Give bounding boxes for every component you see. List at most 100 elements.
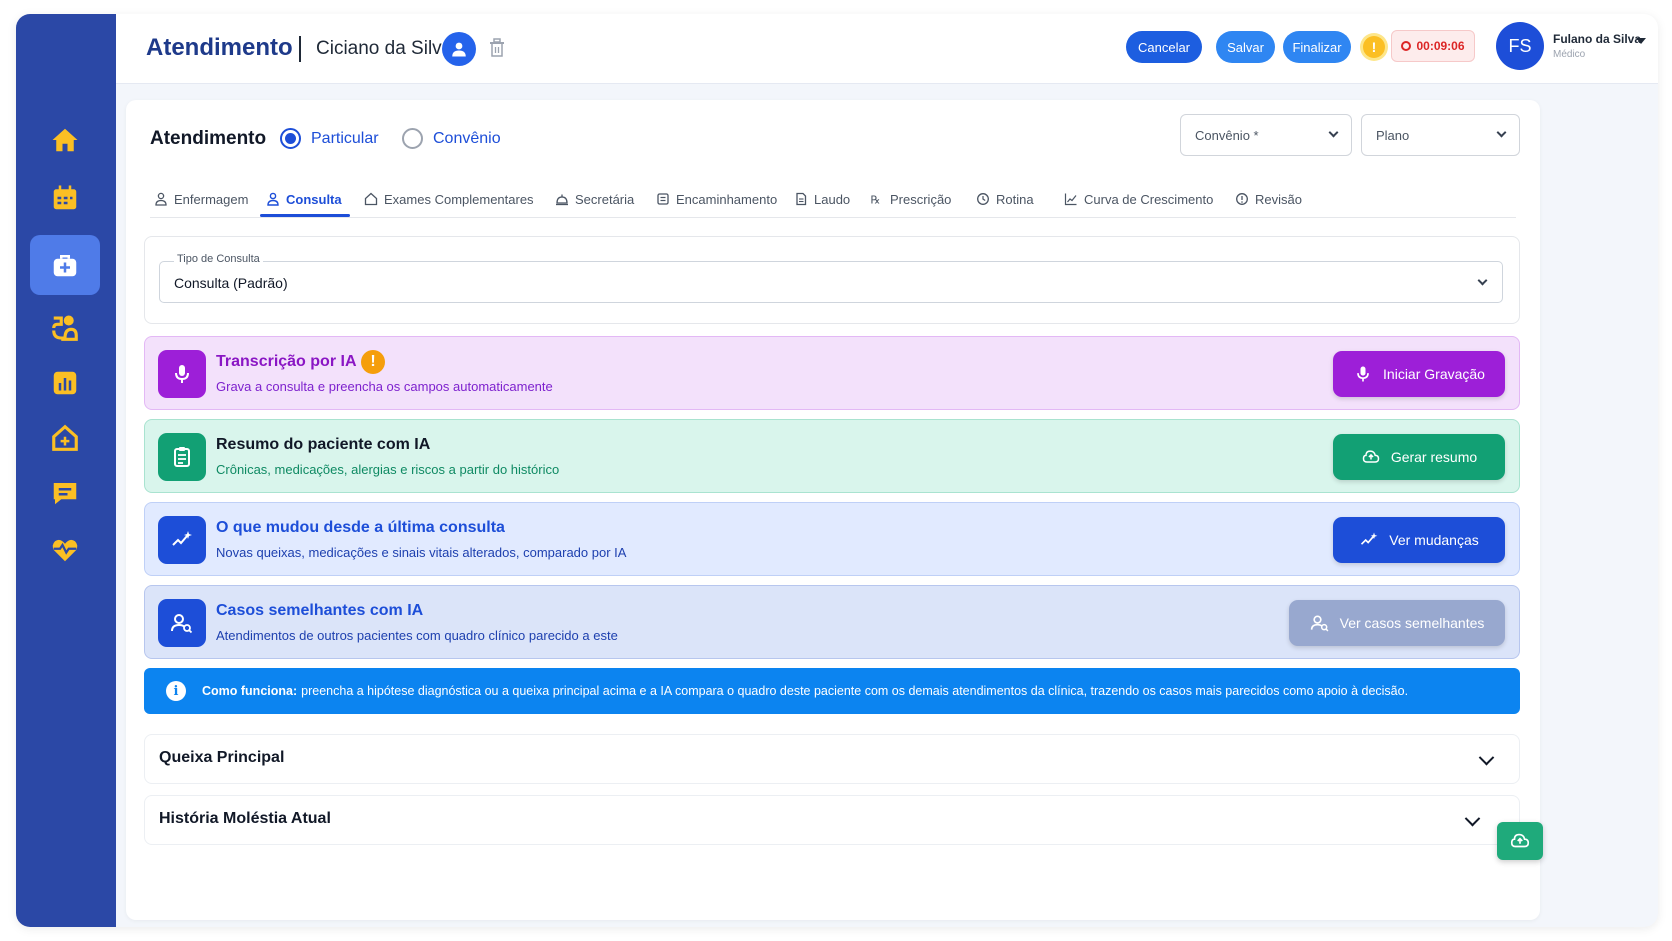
save-button[interactable]: Salvar: [1216, 31, 1275, 63]
radio-circle[interactable]: [402, 128, 423, 149]
users-search-icon: [158, 599, 206, 647]
ai-summary-card: Resumo do paciente com IA Crônicas, medi…: [144, 419, 1520, 493]
rx-icon: ℞: [871, 195, 881, 207]
chevron-down-icon: [1477, 275, 1488, 286]
tab-label: Prescrição: [890, 191, 952, 207]
user-avatar[interactable]: FS: [1496, 22, 1544, 70]
sidebar: [16, 14, 116, 927]
tab-rotina[interactable]: Rotina: [976, 182, 1034, 216]
app-title: Atendimento: [146, 34, 293, 61]
chevron-down-icon: [1328, 127, 1339, 138]
radio-circle[interactable]: [280, 128, 301, 149]
medical-kit-icon: [53, 255, 77, 277]
plano-select[interactable]: Plano: [1361, 114, 1520, 156]
info-text: preencha a hipótese diagnóstica ou a que…: [301, 684, 1409, 698]
how-it-works-banner: i Como funciona: preencha a hipótese dia…: [144, 668, 1520, 714]
accordion-queixa-principal[interactable]: Queixa Principal: [144, 734, 1520, 784]
document-icon: [796, 192, 807, 206]
tab-label: Revisão: [1255, 191, 1302, 207]
radio-particular[interactable]: Particular: [280, 128, 379, 149]
info-icon: i: [166, 681, 186, 701]
tab-secretaria[interactable]: Secretária: [555, 182, 634, 216]
trash-icon[interactable]: [488, 38, 506, 58]
routine-icon: [977, 193, 989, 205]
button-label: Gerar resumo: [1390, 449, 1478, 465]
message-icon: [53, 483, 77, 505]
top-bar: Atendimento Ciciano da Silva Cancelar Sa…: [116, 14, 1658, 84]
chevron-down-icon[interactable]: [1457, 806, 1487, 836]
ai-changes-card: O que mudou desde a última consulta Nova…: [144, 502, 1520, 576]
sidebar-item-health[interactable]: [30, 520, 100, 580]
user-name[interactable]: Fulano da Silva: [1553, 32, 1641, 46]
ai-card-subtitle: Atendimentos de outros pacientes com qua…: [216, 628, 618, 643]
home-outline-icon: [364, 192, 378, 206]
attendance-panel: Atendimento Particular Convênio Convênio…: [126, 100, 1540, 920]
clipboard-icon: [158, 433, 206, 481]
tab-label: Secretária: [575, 191, 635, 207]
patient-name: Ciciano da Silva: [316, 38, 453, 59]
caret-down-icon[interactable]: [1636, 38, 1646, 44]
button-label: Ver casos semelhantes: [1339, 615, 1485, 631]
tab-exames-complementares[interactable]: Exames Complementares: [364, 182, 534, 216]
sidebar-item-messages[interactable]: [30, 463, 100, 523]
timer-value: 00:09:06: [1416, 39, 1465, 53]
sidebar-item-clinic[interactable]: [30, 408, 100, 468]
convenio-select[interactable]: Convênio *: [1180, 114, 1352, 156]
consult-type-label: Tipo de Consulta: [174, 253, 263, 265]
tab-encaminhamento[interactable]: Encaminhamento: [656, 182, 777, 216]
sidebar-item-reception[interactable]: [30, 298, 100, 358]
sidebar-item-reports[interactable]: [30, 353, 100, 413]
button-label: Iniciar Gravação: [1383, 366, 1485, 382]
heart-pulse-icon: [52, 539, 78, 562]
sidebar-item-home[interactable]: [30, 110, 100, 170]
info-circle-icon: [1236, 193, 1248, 205]
start-recording-button[interactable]: Iniciar Gravação: [1333, 351, 1505, 397]
ai-card-subtitle: Crônicas, medicações, alergias e riscos …: [216, 462, 560, 477]
accordion-historia-molestia-atual[interactable]: História Moléstia Atual: [144, 795, 1520, 845]
tab-enfermagem[interactable]: Enfermagem: [154, 182, 248, 216]
sidebar-item-attendance[interactable]: [30, 235, 100, 295]
bar-chart-icon: [53, 371, 77, 395]
cancel-button[interactable]: Cancelar: [1126, 31, 1202, 63]
convenio-select-value: Convênio *: [1195, 127, 1259, 143]
person-icon: [155, 192, 167, 206]
consult-type-select[interactable]: Tipo de Consulta Consulta (Padrão): [159, 253, 1503, 303]
ai-transcription-card: Transcrição por IA ! Grava a consulta e …: [144, 336, 1520, 410]
tab-consulta[interactable]: Consulta: [260, 182, 350, 217]
info-label: Como funciona:: [202, 684, 298, 698]
finish-button[interactable]: Finalizar: [1283, 31, 1351, 63]
patient-profile-button[interactable]: [442, 32, 476, 66]
tab-prescricao[interactable]: ℞ Prescrição: [870, 182, 952, 216]
tab-label: Encaminhamento: [676, 191, 778, 207]
chevron-down-icon[interactable]: [1471, 745, 1501, 775]
ai-card-title: Transcrição por IA: [216, 353, 357, 370]
tab-curva-de-crescimento[interactable]: Curva de Crescimento: [1064, 182, 1213, 216]
ai-card-subtitle: Novas queixas, medicações e sinais vitai…: [216, 545, 627, 560]
calendar-icon: [53, 185, 77, 210]
sidebar-item-calendar[interactable]: [30, 168, 100, 228]
tab-laudo[interactable]: Laudo: [794, 182, 850, 216]
radio-convenio[interactable]: Convênio: [402, 128, 501, 149]
warning-icon[interactable]: !: [361, 350, 385, 374]
button-label: Ver mudanças: [1389, 532, 1479, 548]
ai-card-title: Resumo do paciente com IA: [216, 436, 431, 453]
warning-icon[interactable]: !: [1363, 36, 1385, 58]
consult-type-card: Tipo de Consulta Consulta (Padrão): [144, 236, 1520, 324]
generate-summary-button[interactable]: Gerar resumo: [1333, 434, 1505, 480]
cloud-upload-icon: [1362, 450, 1380, 463]
app-window: Atendimento Ciciano da Silva Cancelar Sa…: [16, 14, 1658, 927]
tab-label: Curva de Crescimento: [1084, 191, 1214, 207]
reception-icon: [52, 315, 78, 341]
view-similar-cases-button[interactable]: Ver casos semelhantes: [1289, 600, 1505, 646]
tab-label: Rotina: [996, 191, 1034, 207]
cloud-upload-icon: [1510, 833, 1530, 848]
tab-revisao[interactable]: Revisão: [1235, 182, 1302, 216]
line-chart-icon: [1064, 193, 1077, 206]
microphone-icon: [1357, 366, 1369, 382]
cloud-sync-button[interactable]: [1497, 822, 1543, 860]
user-role: Médico: [1553, 49, 1586, 60]
home-icon: [52, 128, 78, 152]
accordion-title: Queixa Principal: [159, 749, 285, 766]
view-changes-button[interactable]: Ver mudanças: [1333, 517, 1505, 563]
record-icon: [1401, 41, 1412, 51]
